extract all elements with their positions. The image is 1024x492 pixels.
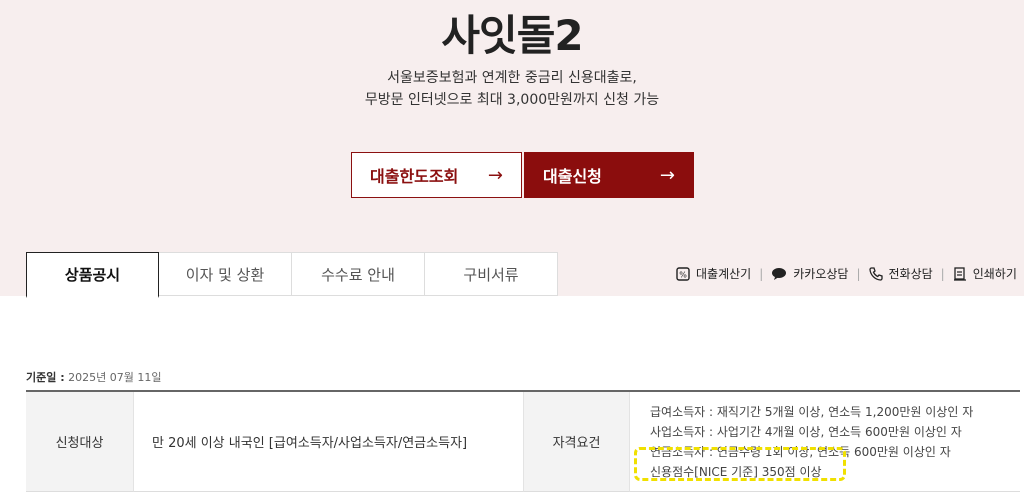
tab-fee-info[interactable]: 수수료 안내 <box>292 252 425 296</box>
requirement-business: 사업소득자 : 사업기간 4개월 이상, 연소득 600만원 이상인 자 <box>650 424 962 439</box>
base-date: 기준일 : 2025년 07월 11일 <box>26 369 161 385</box>
tab-product-disclosure[interactable]: 상품공시 <box>26 252 159 298</box>
loan-limit-check-label: 대출한도조회 <box>370 167 459 186</box>
arrow-right-icon: → <box>659 164 675 186</box>
print-icon <box>953 266 966 281</box>
product-title: 사잇돌2 <box>441 11 583 60</box>
calculator-icon: % <box>676 266 690 281</box>
product-description-line-2: 무방문 인터넷으로 최대 3,000만원까지 신청 가능 <box>364 92 660 108</box>
print-label: 인쇄하기 <box>972 267 1017 281</box>
phone-consult-label: 전화상담 <box>888 267 933 281</box>
divider: | <box>856 266 861 281</box>
divider: | <box>940 266 945 281</box>
qualification-header: 자격요건 <box>523 392 629 492</box>
loan-limit-check-button[interactable]: 대출한도조회 → <box>351 152 522 198</box>
loan-calculator-label: 대출계산기 <box>696 267 752 281</box>
loan-calculator-link[interactable]: % 대출계산기 <box>676 265 751 282</box>
tab-required-documents[interactable]: 구비서류 <box>425 252 558 296</box>
phone-consult-link[interactable]: 전화상담 <box>868 265 933 282</box>
base-date-label: 기준일 : <box>26 371 65 384</box>
chat-bubble-icon <box>772 267 787 280</box>
loan-apply-label: 대출신청 <box>543 167 602 186</box>
divider: | <box>759 266 764 281</box>
svg-text:%: % <box>679 270 687 279</box>
tab-interest-repayment[interactable]: 이자 및 상환 <box>159 252 292 296</box>
kakao-consult-link[interactable]: 카카오상담 <box>771 265 848 282</box>
product-tabs: 상품공시 이자 및 상환 수수료 안내 구비서류 <box>26 252 558 298</box>
product-description-line-1: 서울보증보험과 연계한 중금리 신용대출로, <box>387 70 637 86</box>
arrow-right-icon: → <box>487 164 503 186</box>
eligible-applicant-header: 신청대상 <box>26 392 133 492</box>
kakao-consult-label: 카카오상담 <box>793 267 849 281</box>
requirement-salary: 급여소득자 : 재직기간 5개월 이상, 연소득 1,200만원 이상인 자 <box>650 404 974 419</box>
loan-apply-button[interactable]: 대출신청 → <box>524 152 694 198</box>
highlight-annotation <box>634 447 846 481</box>
product-info-table: 신청대상 만 20세 이상 내국인 [급여소득자/사업소득자/연금소득자] 자격… <box>26 390 1020 492</box>
base-date-value: 2025년 07월 11일 <box>68 371 162 384</box>
eligible-applicant-value: 만 20세 이상 내국인 [급여소득자/사업소득자/연금소득자] <box>133 392 523 492</box>
utility-toolbar: % 대출계산기 | 카카오상담 | 전화상담 | 인쇄하기 <box>676 265 1017 282</box>
print-link[interactable]: 인쇄하기 <box>953 265 1017 282</box>
phone-icon <box>868 266 883 281</box>
